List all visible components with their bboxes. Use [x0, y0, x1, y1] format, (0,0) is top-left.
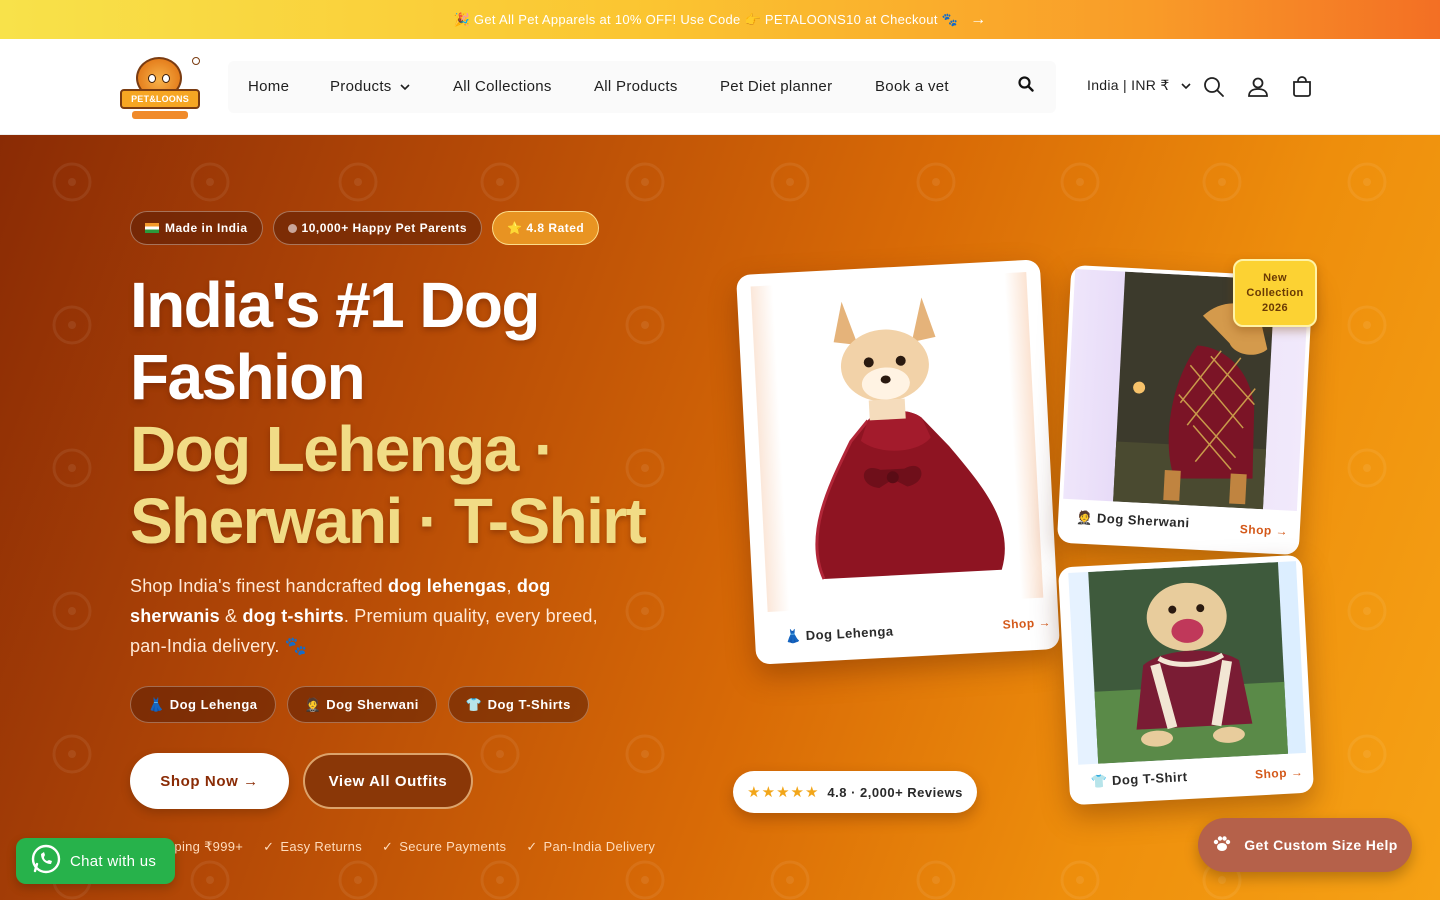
announcement-bar[interactable]: 🎉 Get All Pet Apparels at 10% OFF! Use C…: [0, 0, 1440, 39]
pill-dog-sherwani[interactable]: 🤵 Dog Sherwani: [286, 686, 437, 723]
trust-payments: Secure Payments: [382, 839, 506, 855]
product-card-dog-lehenga[interactable]: 👗 Dog Lehenga Shop →: [736, 259, 1060, 665]
dog-tshirt-image: [1068, 561, 1306, 765]
nav-all-products[interactable]: All Products: [594, 78, 678, 95]
hero-subtext: Shop India's finest handcrafted dog lehe…: [130, 576, 598, 656]
trust-delivery: Pan-India Delivery: [526, 839, 655, 855]
announcement-text: 🎉 Get All Pet Apparels at 10% OFF! Use C…: [453, 11, 959, 27]
whatsapp-icon: [30, 843, 62, 879]
card-label: 👕 Dog T-Shirt: [1090, 769, 1188, 790]
hero-section: Made in India 10,000+ Happy Pet Parents …: [0, 135, 1440, 900]
nav-book-a-vet[interactable]: Book a vet: [875, 78, 949, 95]
nav-pet-diet-planner[interactable]: Pet Diet planner: [720, 78, 832, 95]
paw-icon: [1212, 834, 1232, 857]
badge-happy-parents: 10,000+ Happy Pet Parents: [272, 211, 483, 245]
dress-icon: 👗: [148, 696, 165, 712]
card-label: 👗 Dog Lehenga: [784, 623, 894, 645]
logo[interactable]: PET&LOONS: [118, 53, 202, 123]
india-flag-icon: [145, 223, 159, 233]
star-rating-icon: ★★★★★: [747, 784, 820, 801]
nav-all-collections[interactable]: All Collections: [453, 78, 552, 95]
nav-products-label: Products: [330, 78, 392, 95]
trust-list: Shipping ₹999+ Easy Returns Secure Payme…: [130, 839, 655, 855]
custom-size-help-button[interactable]: Get Custom Size Help: [1198, 818, 1412, 872]
trust-badges: Made in India 10,000+ Happy Pet Parents …: [130, 211, 600, 245]
card-shop-link[interactable]: Shop →: [1255, 765, 1304, 782]
tshirt-icon: 👕: [465, 696, 483, 712]
country-selector-label: India | INR ₹: [1087, 77, 1170, 93]
card-shop-link[interactable]: Shop →: [1239, 522, 1288, 539]
shop-now-button[interactable]: Shop Now →: [130, 753, 289, 809]
tshirt-icon: 👕: [1090, 773, 1109, 790]
account-icon[interactable]: [1246, 75, 1270, 99]
arrow-right-icon[interactable]: →: [970, 11, 986, 29]
search-icon[interactable]: [1018, 76, 1036, 96]
new-collection-tag: New Collection 2026: [1233, 259, 1317, 327]
chevron-down-icon: [1178, 81, 1191, 93]
badge-rated: ⭐ 4.8 Rated: [492, 211, 600, 245]
hero-headline-line4: Sherwani · T-Shirt: [130, 485, 647, 557]
trust-returns: Easy Returns: [263, 839, 362, 855]
whatsapp-chat-button[interactable]: Chat with us: [16, 838, 175, 884]
view-all-outfits-button[interactable]: View All Outfits: [303, 753, 473, 809]
country-selector[interactable]: India | INR ₹: [1087, 77, 1191, 94]
search-icon[interactable]: [1202, 75, 1226, 99]
card-label: 🤵 Dog Sherwani: [1075, 509, 1190, 531]
pill-dog-lehenga[interactable]: 👗 Dog Lehenga: [130, 686, 276, 723]
groom-icon: 🤵: [1075, 509, 1094, 526]
logo-text: PET&LOONS: [120, 89, 200, 109]
badge-made-in-india: Made in India: [130, 211, 263, 245]
card-shop-link[interactable]: Shop →: [1002, 615, 1051, 632]
dot-icon: [287, 223, 297, 233]
dog-lehenga-image: [750, 272, 1044, 613]
reviews-badge: ★★★★★ 4.8 · 2,000+ Reviews: [733, 771, 977, 813]
nav-products[interactable]: Products: [330, 78, 410, 95]
category-pills: 👗 Dog Lehenga 🤵 Dog Sherwani 👕 Dog T-Shirts: [130, 686, 589, 723]
hero-headline-line2: Fashion: [130, 341, 366, 413]
chevron-down-icon: [400, 82, 410, 94]
nav-home[interactable]: Home: [248, 78, 289, 95]
hero-headline-line3: Dog Lehenga ·: [130, 413, 555, 485]
groom-icon: 🤵: [304, 696, 322, 712]
pill-dog-tshirts[interactable]: 👕 Dog T-Shirts: [447, 686, 589, 723]
cart-icon[interactable]: [1290, 75, 1314, 99]
main-nav: Home Products All Collections All Produc…: [228, 61, 1056, 113]
product-card-dog-tshirt[interactable]: 👕 Dog T-Shirt Shop →: [1057, 554, 1315, 806]
dress-icon: 👗: [784, 628, 803, 645]
hero-headline-line1: India's #1 Dog: [130, 269, 541, 341]
site-header: PET&LOONS Home Products All Collections …: [0, 39, 1440, 135]
